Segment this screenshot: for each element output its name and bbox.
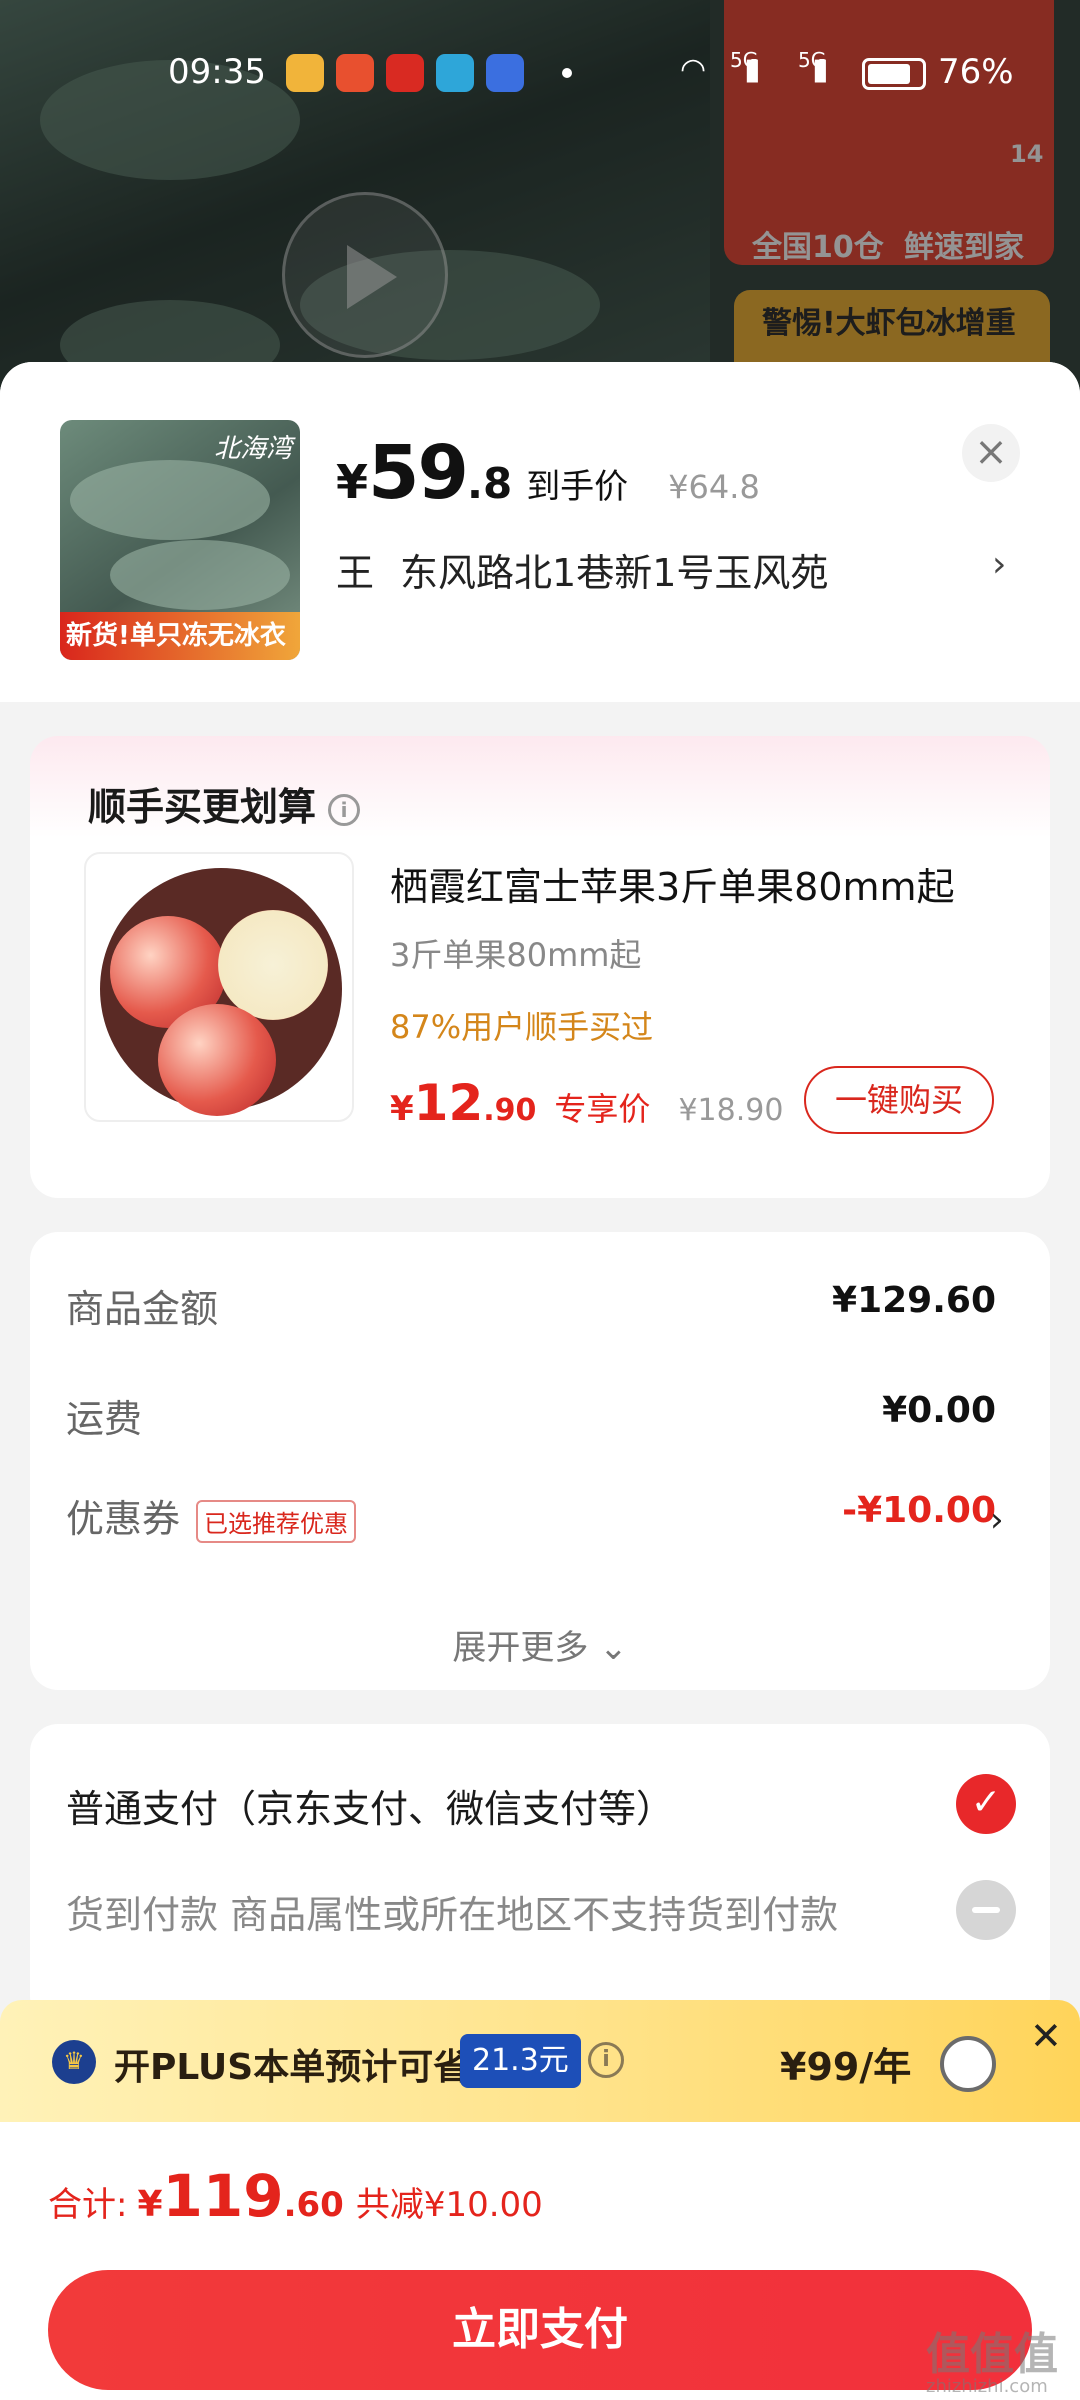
checkmark-icon[interactable]: ✓ <box>956 1774 1016 1834</box>
app-notification-icon <box>336 54 374 92</box>
plus-save-badge: 21.3元 <box>460 2034 581 2088</box>
plus-promo-text: 开PLUS本单预计可省 <box>114 2047 470 2088</box>
address-text: 东风路北1巷新1号玉风苑 <box>400 551 829 595</box>
info-icon[interactable]: i <box>328 793 361 826</box>
price-integer: 12 <box>413 1074 484 1132</box>
wifi-icon: ◠ <box>680 52 707 87</box>
coupon-tag: 已选推荐优惠 <box>196 1500 357 1543</box>
notification-dot-icon <box>562 68 572 78</box>
site-watermark: 值值值 zhizhizhi.com <box>926 2318 1076 2397</box>
price-integer: 59 <box>368 430 469 516</box>
app-notification-icon <box>436 54 474 92</box>
chevron-right-icon[interactable]: › <box>992 544 1006 585</box>
weibo-icon <box>286 54 324 92</box>
plus-membership-banner: ♛ 开PLUS本单预计可省 21.3元 i ¥99/年 ✕ <box>0 2000 1080 2122</box>
pay-now-button[interactable]: 立即支付 <box>48 2270 1032 2390</box>
chevron-right-icon[interactable]: › <box>990 1500 1004 1540</box>
product-price: ¥ 59 .8 到手价 ¥64.8 <box>336 430 760 516</box>
battery-icon <box>862 58 926 90</box>
status-bar: 09:35 ◠ 5G ▮ 5G ▮ 76% <box>0 48 1080 98</box>
one-click-buy-button[interactable]: 一键购买 <box>804 1066 994 1134</box>
original-price: ¥18.90 <box>678 1093 784 1128</box>
signal-icon: ▮ <box>744 52 761 87</box>
coupon-value: -¥10.00 <box>842 1490 996 1531</box>
coupon-row[interactable]: 优惠券 已选推荐优惠 -¥10.00 <box>66 1488 996 1548</box>
shipping-fee-value: ¥0.00 <box>882 1390 996 1431</box>
battery-percent: 76% <box>938 52 1014 92</box>
price-symbol: ¥ <box>336 455 369 509</box>
payment-method-card: 普通支付（京东支付、微信支付等） ✓ 货到付款 商品属性或所在地区不支持货到付款 <box>30 1724 1050 2024</box>
goods-amount-value: ¥129.60 <box>832 1280 996 1321</box>
total-saving: 共减¥10.00 <box>355 2185 543 2225</box>
price-decimal: .90 <box>483 1093 537 1128</box>
total-decimal: .60 <box>283 2185 344 2225</box>
plus-select-radio[interactable] <box>940 2036 996 2092</box>
close-icon[interactable]: ✕ <box>1030 2014 1062 2058</box>
shrimp-shape <box>70 460 270 540</box>
payment-option-normal[interactable]: 普通支付（京东支付、微信支付等） <box>66 1778 674 1833</box>
app-notification-icon <box>386 54 424 92</box>
product-badge: 新货!单只冻无冰衣 <box>60 612 300 660</box>
coupon-label: 优惠券 <box>66 1497 181 1541</box>
addon-social-proof: 87%用户顺手买过 <box>390 1008 654 1046</box>
crown-icon: ♛ <box>52 2040 96 2084</box>
watermark-text: 值值值 <box>926 2329 1058 2380</box>
addon-title-text: 顺手买更划算 <box>88 785 317 829</box>
signal-icon: ▮ <box>812 52 829 87</box>
disabled-radio-icon <box>956 1880 1016 1940</box>
order-amount-card: 商品金额 ¥129.60 运费 ¥0.00 优惠券 已选推荐优惠 -¥10.00 … <box>30 1232 1050 1690</box>
status-time: 09:35 <box>168 52 266 92</box>
addon-price: ¥ 12 .90 专享价 ¥18.90 <box>390 1074 783 1132</box>
info-icon[interactable]: i <box>588 2042 624 2078</box>
total-integer: 119 <box>162 2162 284 2230</box>
product-header: 北海湾 新货!单只冻无冰衣 ¥ 59 .8 到手价 ¥64.8 × 王东风路北1… <box>0 362 1080 702</box>
price-symbol: ¥ <box>390 1089 414 1129</box>
price-tag: 专享价 <box>554 1090 651 1128</box>
coupon-label-group: 优惠券 已选推荐优惠 <box>66 1488 357 1543</box>
apple-half-shape <box>218 910 328 1020</box>
addon-product-spec: 3斤单果80mm起 <box>390 936 642 974</box>
close-button[interactable]: × <box>962 424 1020 482</box>
baidu-icon <box>486 54 524 92</box>
payment-option-cod: 货到付款 商品属性或所在地区不支持货到付款 <box>66 1893 839 1937</box>
price-decimal: .8 <box>467 459 513 508</box>
recipient-name: 王 <box>336 551 375 595</box>
expand-more-button[interactable]: 展开更多 ⌄ <box>30 1620 1050 1669</box>
shipping-fee-label: 运费 <box>66 1397 143 1441</box>
plus-price: ¥99/年 <box>780 2045 912 2089</box>
checkout-bottom-bar: 合计: ¥ 119 .60 共减¥10.00 立即支付 <box>0 2122 1080 2400</box>
goods-amount-label: 商品金额 <box>66 1287 219 1331</box>
addon-recommendation-card: 顺手买更划算 i 栖霞红富士苹果3斤单果80mm起 3斤单果80mm起 87%用户… <box>30 736 1050 1198</box>
price-tag: 到手价 <box>526 467 629 507</box>
price-symbol: ¥ <box>137 2184 163 2225</box>
addon-product-image[interactable] <box>84 852 354 1122</box>
shrimp-shape <box>110 540 290 610</box>
original-price: ¥64.8 <box>668 468 760 506</box>
addon-title: 顺手买更划算 i <box>88 776 361 831</box>
apple-shape <box>158 1004 276 1116</box>
brand-logo: 北海湾 <box>213 434 292 464</box>
shipping-fee-row: 运费 ¥0.00 <box>66 1388 996 1448</box>
order-total: 合计: ¥ 119 .60 共减¥10.00 <box>48 2162 543 2230</box>
goods-amount-row: 商品金额 ¥129.60 <box>66 1278 996 1338</box>
addon-product-name[interactable]: 栖霞红富士苹果3斤单果80mm起 <box>390 856 990 911</box>
shipping-address[interactable]: 王东风路北1巷新1号玉风苑 <box>336 542 828 597</box>
product-thumbnail[interactable]: 北海湾 新货!单只冻无冰衣 <box>60 420 300 660</box>
total-label: 合计: <box>48 2185 128 2225</box>
